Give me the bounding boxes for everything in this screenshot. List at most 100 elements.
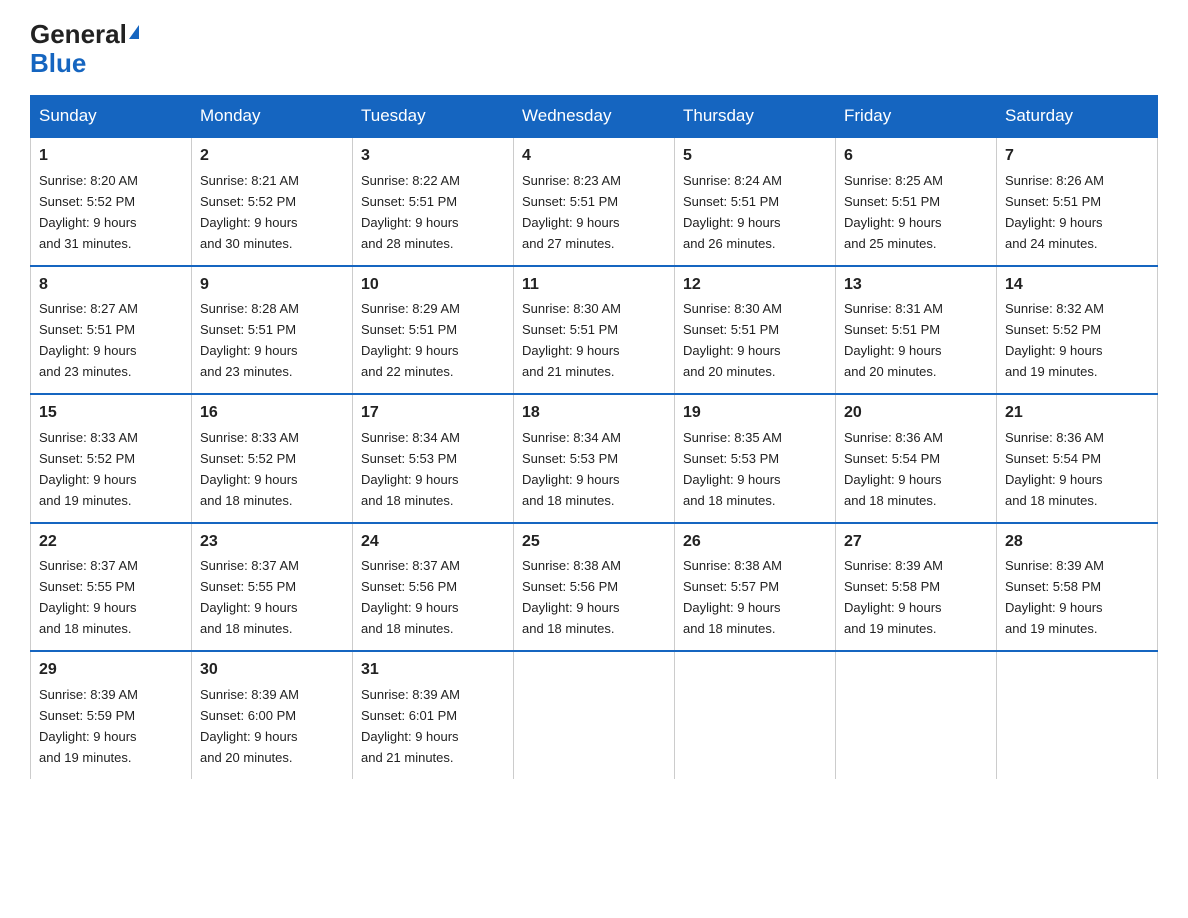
day-number: 25 bbox=[522, 530, 666, 555]
calendar-cell bbox=[997, 651, 1158, 778]
day-number: 3 bbox=[361, 144, 505, 169]
calendar-cell: 7 Sunrise: 8:26 AMSunset: 5:51 PMDaylight… bbox=[997, 137, 1158, 265]
sunrise-info: Sunrise: 8:27 AMSunset: 5:51 PMDaylight:… bbox=[39, 301, 138, 379]
day-number: 22 bbox=[39, 530, 183, 555]
sunrise-info: Sunrise: 8:29 AMSunset: 5:51 PMDaylight:… bbox=[361, 301, 460, 379]
calendar-cell bbox=[514, 651, 675, 778]
calendar-cell: 29 Sunrise: 8:39 AMSunset: 5:59 PMDayligh… bbox=[31, 651, 192, 778]
weekday-header-row: SundayMondayTuesdayWednesdayThursdayFrid… bbox=[31, 96, 1158, 138]
calendar-cell: 12 Sunrise: 8:30 AMSunset: 5:51 PMDayligh… bbox=[675, 266, 836, 394]
calendar-cell: 26 Sunrise: 8:38 AMSunset: 5:57 PMDayligh… bbox=[675, 523, 836, 651]
sunrise-info: Sunrise: 8:36 AMSunset: 5:54 PMDaylight:… bbox=[1005, 430, 1104, 508]
sunrise-info: Sunrise: 8:38 AMSunset: 5:57 PMDaylight:… bbox=[683, 558, 782, 636]
sunrise-info: Sunrise: 8:30 AMSunset: 5:51 PMDaylight:… bbox=[683, 301, 782, 379]
sunrise-info: Sunrise: 8:33 AMSunset: 5:52 PMDaylight:… bbox=[39, 430, 138, 508]
day-number: 8 bbox=[39, 273, 183, 298]
sunrise-info: Sunrise: 8:33 AMSunset: 5:52 PMDaylight:… bbox=[200, 430, 299, 508]
weekday-header-thursday: Thursday bbox=[675, 96, 836, 138]
calendar-cell: 14Sunrise: 8:32 AMSunset: 5:52 PMDayligh… bbox=[997, 266, 1158, 394]
calendar-cell: 6 Sunrise: 8:25 AMSunset: 5:51 PMDaylight… bbox=[836, 137, 997, 265]
day-number: 30 bbox=[200, 658, 344, 683]
day-number: 26 bbox=[683, 530, 827, 555]
calendar-cell: 15 Sunrise: 8:33 AMSunset: 5:52 PMDayligh… bbox=[31, 394, 192, 522]
calendar-cell: 10 Sunrise: 8:29 AMSunset: 5:51 PMDayligh… bbox=[353, 266, 514, 394]
day-number: 13 bbox=[844, 273, 988, 298]
day-number: 31 bbox=[361, 658, 505, 683]
sunrise-info: Sunrise: 8:24 AMSunset: 5:51 PMDaylight:… bbox=[683, 173, 782, 251]
day-number: 1 bbox=[39, 144, 183, 169]
sunrise-info: Sunrise: 8:25 AMSunset: 5:51 PMDaylight:… bbox=[844, 173, 943, 251]
calendar-cell: 18 Sunrise: 8:34 AMSunset: 5:53 PMDayligh… bbox=[514, 394, 675, 522]
sunrise-info: Sunrise: 8:20 AMSunset: 5:52 PMDaylight:… bbox=[39, 173, 138, 251]
sunrise-info: Sunrise: 8:37 AMSunset: 5:55 PMDaylight:… bbox=[39, 558, 138, 636]
day-number: 6 bbox=[844, 144, 988, 169]
calendar-cell: 4 Sunrise: 8:23 AMSunset: 5:51 PMDaylight… bbox=[514, 137, 675, 265]
calendar-cell: 25Sunrise: 8:38 AMSunset: 5:56 PMDayligh… bbox=[514, 523, 675, 651]
week-row-5: 29 Sunrise: 8:39 AMSunset: 5:59 PMDayligh… bbox=[31, 651, 1158, 778]
calendar-cell: 2 Sunrise: 8:21 AMSunset: 5:52 PMDaylight… bbox=[192, 137, 353, 265]
sunrise-info: Sunrise: 8:39 AMSunset: 5:59 PMDaylight:… bbox=[39, 687, 138, 765]
day-number: 7 bbox=[1005, 144, 1149, 169]
sunrise-info: Sunrise: 8:39 AMSunset: 5:58 PMDaylight:… bbox=[1005, 558, 1104, 636]
calendar-cell: 23 Sunrise: 8:37 AMSunset: 5:55 PMDayligh… bbox=[192, 523, 353, 651]
calendar-cell: 13 Sunrise: 8:31 AMSunset: 5:51 PMDayligh… bbox=[836, 266, 997, 394]
day-number: 2 bbox=[200, 144, 344, 169]
day-number: 28 bbox=[1005, 530, 1149, 555]
page-header: GeneralBlue bbox=[30, 20, 1158, 77]
logo-text: GeneralBlue bbox=[30, 20, 139, 77]
calendar-table: SundayMondayTuesdayWednesdayThursdayFrid… bbox=[30, 95, 1158, 778]
calendar-cell: 17 Sunrise: 8:34 AMSunset: 5:53 PMDayligh… bbox=[353, 394, 514, 522]
day-number: 11 bbox=[522, 273, 666, 298]
weekday-header-sunday: Sunday bbox=[31, 96, 192, 138]
day-number: 23 bbox=[200, 530, 344, 555]
calendar-cell: 5 Sunrise: 8:24 AMSunset: 5:51 PMDaylight… bbox=[675, 137, 836, 265]
day-number: 16 bbox=[200, 401, 344, 426]
day-number: 15 bbox=[39, 401, 183, 426]
calendar-cell: 24 Sunrise: 8:37 AMSunset: 5:56 PMDayligh… bbox=[353, 523, 514, 651]
sunrise-info: Sunrise: 8:21 AMSunset: 5:52 PMDaylight:… bbox=[200, 173, 299, 251]
sunrise-info: Sunrise: 8:23 AMSunset: 5:51 PMDaylight:… bbox=[522, 173, 621, 251]
sunrise-info: Sunrise: 8:37 AMSunset: 5:56 PMDaylight:… bbox=[361, 558, 460, 636]
logo: GeneralBlue bbox=[30, 20, 139, 77]
day-number: 17 bbox=[361, 401, 505, 426]
sunrise-info: Sunrise: 8:37 AMSunset: 5:55 PMDaylight:… bbox=[200, 558, 299, 636]
calendar-cell: 28 Sunrise: 8:39 AMSunset: 5:58 PMDayligh… bbox=[997, 523, 1158, 651]
day-number: 12 bbox=[683, 273, 827, 298]
sunrise-info: Sunrise: 8:26 AMSunset: 5:51 PMDaylight:… bbox=[1005, 173, 1104, 251]
calendar-cell: 21Sunrise: 8:36 AMSunset: 5:54 PMDayligh… bbox=[997, 394, 1158, 522]
day-number: 29 bbox=[39, 658, 183, 683]
calendar-cell bbox=[836, 651, 997, 778]
calendar-cell: 30Sunrise: 8:39 AMSunset: 6:00 PMDayligh… bbox=[192, 651, 353, 778]
calendar-cell: 27 Sunrise: 8:39 AMSunset: 5:58 PMDayligh… bbox=[836, 523, 997, 651]
day-number: 24 bbox=[361, 530, 505, 555]
calendar-cell: 11 Sunrise: 8:30 AMSunset: 5:51 PMDayligh… bbox=[514, 266, 675, 394]
day-number: 19 bbox=[683, 401, 827, 426]
day-number: 10 bbox=[361, 273, 505, 298]
calendar-cell: 1 Sunrise: 8:20 AMSunset: 5:52 PMDaylight… bbox=[31, 137, 192, 265]
sunrise-info: Sunrise: 8:39 AMSunset: 5:58 PMDaylight:… bbox=[844, 558, 943, 636]
sunrise-info: Sunrise: 8:30 AMSunset: 5:51 PMDaylight:… bbox=[522, 301, 621, 379]
day-number: 27 bbox=[844, 530, 988, 555]
sunrise-info: Sunrise: 8:22 AMSunset: 5:51 PMDaylight:… bbox=[361, 173, 460, 251]
week-row-2: 8 Sunrise: 8:27 AMSunset: 5:51 PMDaylight… bbox=[31, 266, 1158, 394]
sunrise-info: Sunrise: 8:28 AMSunset: 5:51 PMDaylight:… bbox=[200, 301, 299, 379]
calendar-cell: 16 Sunrise: 8:33 AMSunset: 5:52 PMDayligh… bbox=[192, 394, 353, 522]
day-number: 9 bbox=[200, 273, 344, 298]
week-row-1: 1 Sunrise: 8:20 AMSunset: 5:52 PMDaylight… bbox=[31, 137, 1158, 265]
calendar-cell bbox=[675, 651, 836, 778]
calendar-cell: 3 Sunrise: 8:22 AMSunset: 5:51 PMDaylight… bbox=[353, 137, 514, 265]
sunrise-info: Sunrise: 8:31 AMSunset: 5:51 PMDaylight:… bbox=[844, 301, 943, 379]
day-number: 5 bbox=[683, 144, 827, 169]
sunrise-info: Sunrise: 8:34 AMSunset: 5:53 PMDaylight:… bbox=[361, 430, 460, 508]
sunrise-info: Sunrise: 8:34 AMSunset: 5:53 PMDaylight:… bbox=[522, 430, 621, 508]
day-number: 4 bbox=[522, 144, 666, 169]
day-number: 14 bbox=[1005, 273, 1149, 298]
sunrise-info: Sunrise: 8:36 AMSunset: 5:54 PMDaylight:… bbox=[844, 430, 943, 508]
calendar-cell: 22 Sunrise: 8:37 AMSunset: 5:55 PMDayligh… bbox=[31, 523, 192, 651]
calendar-cell: 8 Sunrise: 8:27 AMSunset: 5:51 PMDaylight… bbox=[31, 266, 192, 394]
calendar-cell: 20Sunrise: 8:36 AMSunset: 5:54 PMDayligh… bbox=[836, 394, 997, 522]
weekday-header-monday: Monday bbox=[192, 96, 353, 138]
weekday-header-tuesday: Tuesday bbox=[353, 96, 514, 138]
weekday-header-saturday: Saturday bbox=[997, 96, 1158, 138]
day-number: 18 bbox=[522, 401, 666, 426]
